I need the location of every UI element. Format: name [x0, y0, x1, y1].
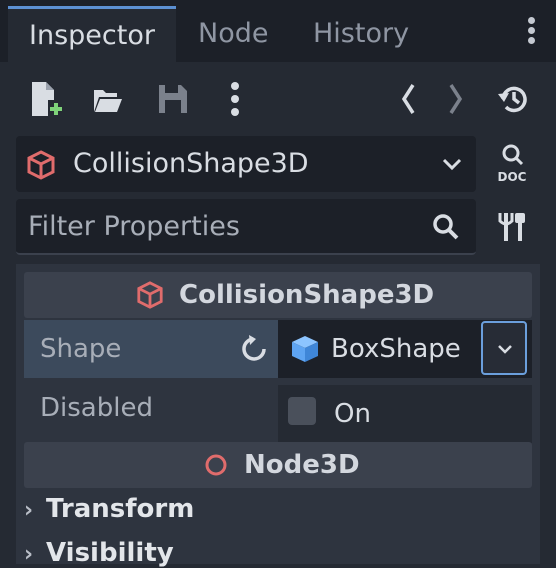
tools-icon[interactable]	[497, 211, 527, 243]
search-icon	[433, 214, 459, 240]
disabled-checkbox[interactable]	[288, 397, 316, 425]
chevron-down-icon	[442, 158, 462, 171]
dock-tab-bar: Inspector Node History	[0, 0, 556, 62]
property-disabled: Disabled On	[24, 385, 532, 443]
filter-placeholder: Filter Properties	[28, 211, 240, 242]
property-label: Shape	[40, 334, 122, 364]
collision-shape-icon	[27, 150, 55, 180]
section-title: Node3D	[244, 450, 360, 480]
section-node3d: Node3D	[24, 442, 532, 488]
doc-help-button[interactable]: DOC	[494, 144, 530, 184]
group-label: Visibility	[46, 538, 174, 568]
tab-history[interactable]: History	[313, 6, 409, 62]
collision-shape-icon	[137, 281, 163, 309]
node3d-icon	[205, 454, 227, 476]
tab-node[interactable]: Node	[198, 6, 268, 62]
object-selector-label: CollisionShape3D	[73, 148, 309, 179]
new-resource-icon[interactable]	[30, 80, 62, 118]
more-options-icon[interactable]	[228, 80, 242, 118]
section-title: CollisionShape3D	[179, 280, 435, 310]
dock-menu-icon[interactable]	[520, 14, 542, 54]
revert-icon[interactable]	[240, 334, 270, 364]
shape-dropdown-button[interactable]	[481, 321, 527, 375]
chevron-right-icon: ›	[24, 542, 34, 567]
object-selector[interactable]: CollisionShape3D	[16, 136, 476, 192]
filter-properties-input[interactable]: Filter Properties	[16, 199, 476, 255]
tab-inspector[interactable]: Inspector	[8, 6, 176, 62]
group-transform[interactable]: › Transform	[24, 494, 194, 524]
chevron-down-icon	[498, 345, 512, 354]
shape-value: BoxShape	[331, 334, 461, 364]
disabled-value-cell	[278, 385, 532, 443]
group-visibility[interactable]: › Visibility	[24, 538, 174, 568]
save-icon[interactable]	[158, 80, 188, 118]
help-search-icon	[502, 144, 524, 166]
property-shape: Shape BoxShape	[24, 320, 532, 378]
chevron-right-icon: ›	[24, 498, 34, 523]
checkbox-label: On	[334, 399, 371, 429]
doc-label: DOC	[497, 170, 527, 184]
box-shape-icon	[292, 336, 318, 362]
history-icon[interactable]	[497, 80, 529, 118]
folder-open-icon[interactable]	[93, 80, 123, 118]
group-label: Transform	[46, 494, 195, 524]
property-label: Disabled	[40, 393, 153, 423]
section-collision-shape: CollisionShape3D	[24, 272, 532, 318]
chevron-left-icon[interactable]	[398, 80, 418, 118]
shape-label-cell: Shape	[24, 320, 278, 378]
chevron-right-icon[interactable]	[446, 80, 466, 118]
